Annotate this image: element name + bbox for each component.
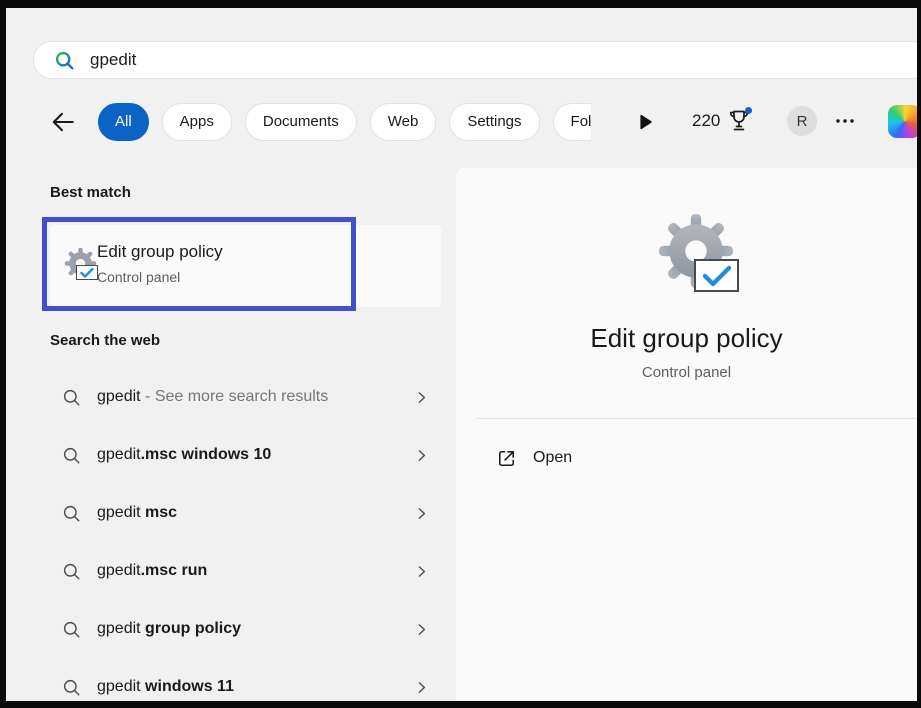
avatar-initial: R bbox=[797, 113, 808, 130]
search-bar[interactable] bbox=[33, 41, 917, 79]
windows-search-flyout: All Apps Documents Web Settings Fol 220 R bbox=[6, 8, 917, 701]
tab-documents[interactable]: Documents bbox=[245, 103, 357, 141]
best-match-header: Best match bbox=[50, 184, 131, 201]
preview-panel: Edit group policy Control panel Open bbox=[456, 168, 917, 701]
suggestion-text: gpedit.msc windows 10 bbox=[97, 446, 271, 464]
chevron-right-icon[interactable] bbox=[413, 505, 430, 522]
suggestion-text: gpedit group policy bbox=[97, 620, 241, 638]
preview-subtitle: Control panel bbox=[456, 364, 917, 381]
suggestion-text: gpedit.msc run bbox=[97, 562, 207, 580]
back-arrow-icon[interactable] bbox=[50, 109, 76, 135]
screenshot-frame: All Apps Documents Web Settings Fol 220 R bbox=[0, 0, 921, 708]
trophy-icon bbox=[727, 108, 751, 134]
chevron-right-icon[interactable] bbox=[413, 679, 430, 696]
preview-divider bbox=[476, 418, 917, 419]
search-suggestion-icon bbox=[62, 504, 81, 523]
search-suggestion-icon bbox=[62, 388, 81, 407]
tab-web[interactable]: Web bbox=[370, 103, 437, 141]
search-the-web-header: Search the web bbox=[50, 332, 160, 349]
web-suggestion-row[interactable]: gpedit.msc run bbox=[50, 551, 430, 591]
group-policy-gear-icon-large bbox=[657, 212, 735, 290]
best-match-item[interactable]: Edit group policy Control panel bbox=[50, 225, 441, 307]
copilot-icon[interactable] bbox=[888, 105, 917, 138]
tab-apps[interactable]: Apps bbox=[162, 103, 232, 141]
web-suggestion-row[interactable]: gpedit - See more search results bbox=[50, 377, 430, 417]
tab-all[interactable]: All bbox=[98, 103, 149, 141]
search-suggestion-icon bbox=[62, 620, 81, 639]
web-suggestion-row[interactable]: gpedit group policy bbox=[50, 609, 430, 649]
search-input[interactable] bbox=[90, 50, 490, 70]
preview-title: Edit group policy bbox=[456, 323, 917, 354]
web-suggestion-row[interactable]: gpedit.msc windows 10 bbox=[50, 435, 430, 475]
search-icon bbox=[54, 50, 75, 71]
web-suggestion-row[interactable]: gpedit windows 11 bbox=[50, 667, 430, 701]
chevron-right-icon[interactable] bbox=[413, 389, 430, 406]
chevron-right-icon[interactable] bbox=[413, 621, 430, 638]
best-match-subtitle: Control panel bbox=[97, 269, 180, 285]
suggestion-text: gpedit windows 11 bbox=[97, 678, 234, 696]
policy-check-badge bbox=[76, 265, 98, 280]
filter-bar: All Apps Documents Web Settings Fol 220 R bbox=[6, 102, 917, 142]
open-label: Open bbox=[533, 449, 572, 467]
web-suggestion-row[interactable]: gpedit msc bbox=[50, 493, 430, 533]
tab-settings[interactable]: Settings bbox=[449, 103, 539, 141]
external-link-icon bbox=[495, 447, 518, 470]
tab-fol[interactable]: Fol bbox=[553, 103, 592, 141]
suggestion-text: gpedit msc bbox=[97, 504, 177, 522]
filter-tabs: All Apps Documents Web Settings Fol bbox=[98, 103, 591, 141]
more-filters-play-icon[interactable] bbox=[635, 112, 655, 132]
rewards-points: 220 bbox=[692, 111, 720, 131]
open-action[interactable]: Open bbox=[495, 444, 572, 472]
search-suggestion-icon bbox=[62, 446, 81, 465]
ellipsis-menu-icon[interactable] bbox=[835, 113, 855, 129]
chevron-right-icon[interactable] bbox=[413, 563, 430, 580]
account-avatar[interactable]: R bbox=[787, 106, 817, 136]
policy-check-badge-large bbox=[694, 259, 739, 292]
search-suggestion-icon bbox=[62, 562, 81, 581]
chevron-right-icon[interactable] bbox=[413, 447, 430, 464]
rewards-badge[interactable]: 220 bbox=[692, 102, 751, 140]
search-suggestion-icon bbox=[62, 678, 81, 697]
best-match-title: Edit group policy bbox=[97, 242, 223, 262]
web-suggestions: gpedit - See more search results gpedit.… bbox=[50, 377, 430, 701]
suggestion-text: gpedit - See more search results bbox=[97, 388, 328, 406]
